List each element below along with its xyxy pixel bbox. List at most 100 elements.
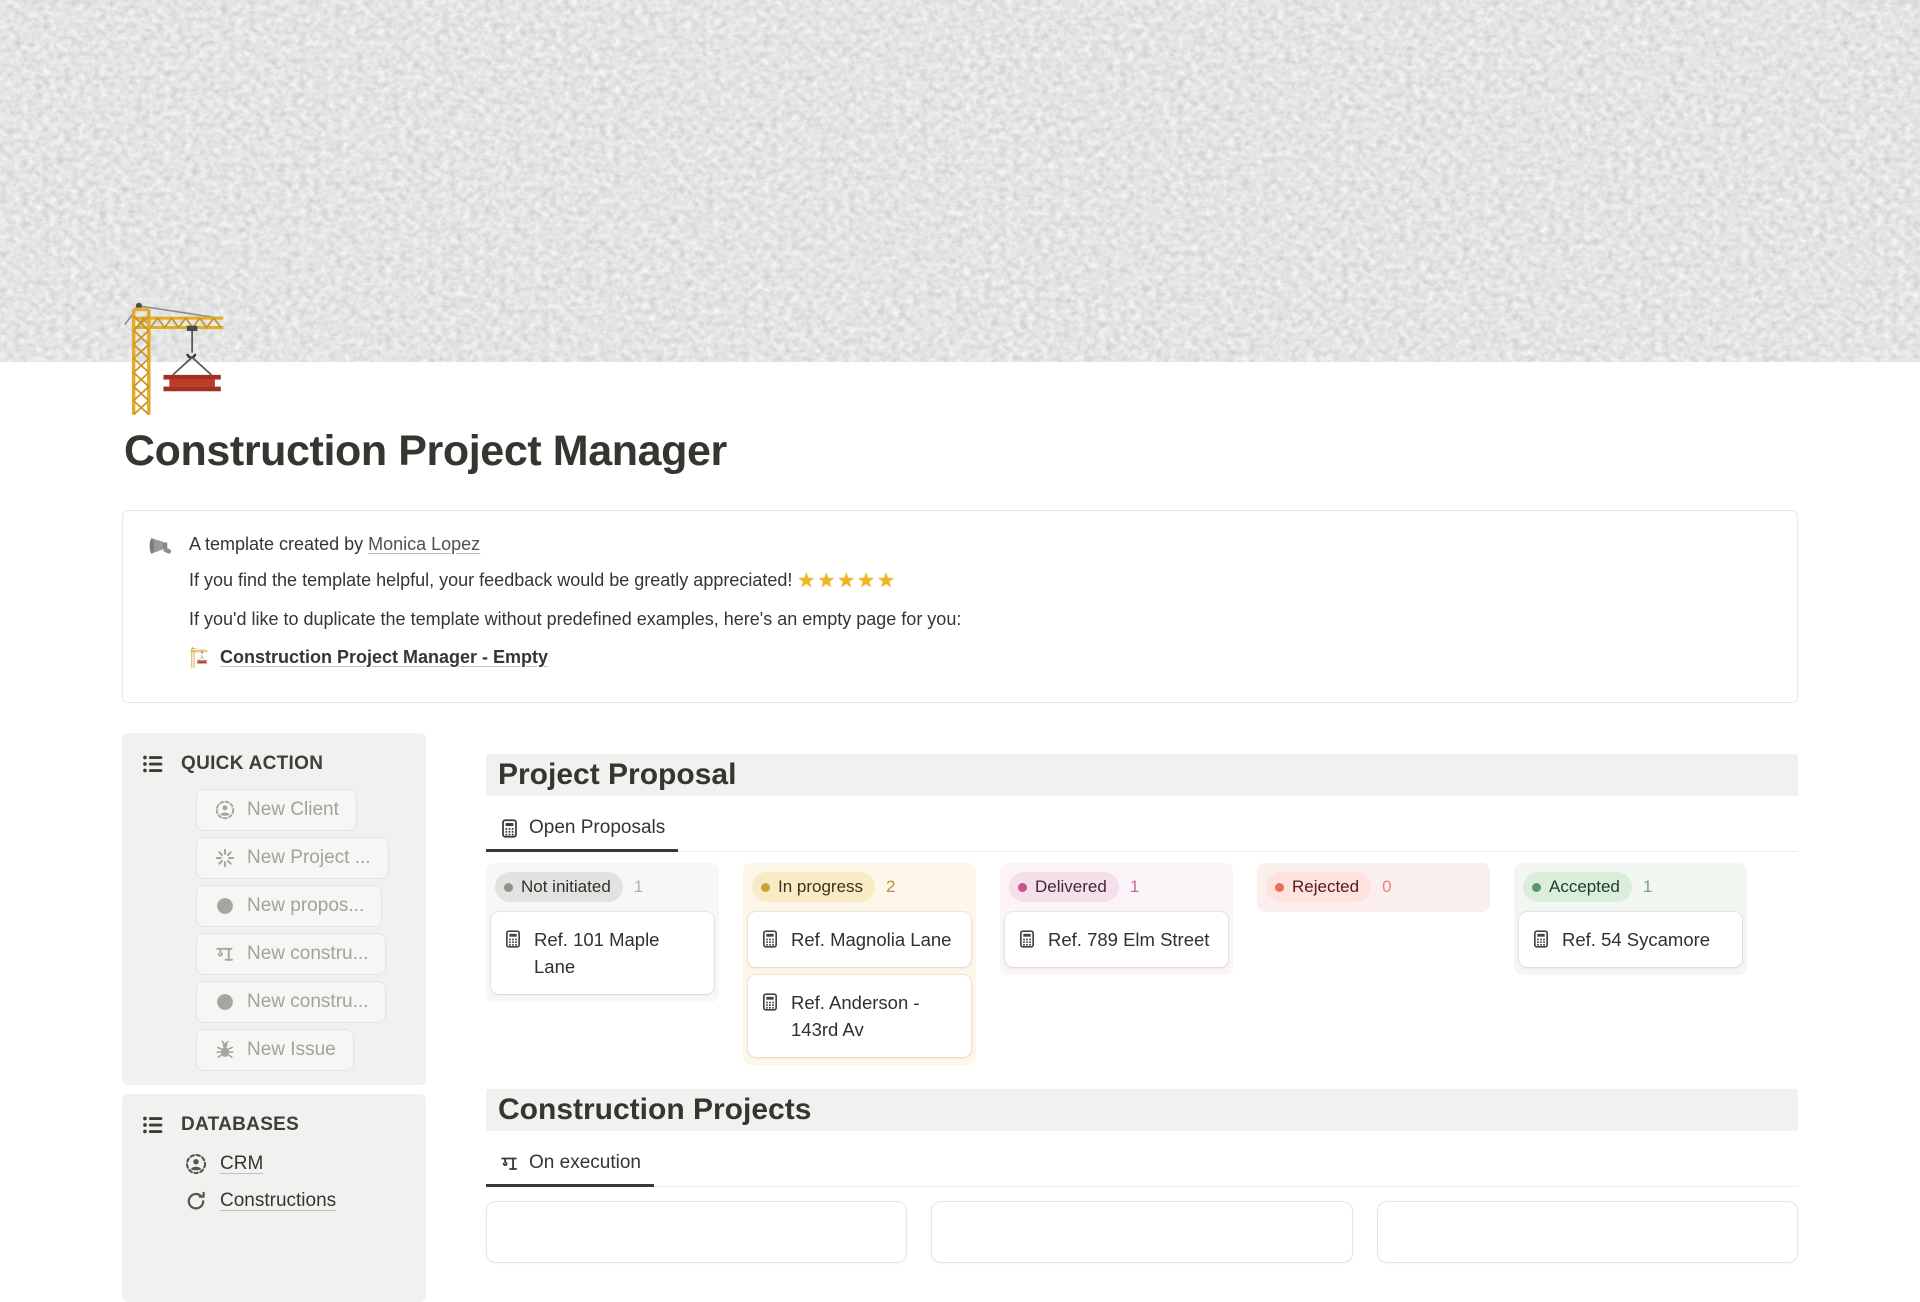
status-pill[interactable]: Not initiated [495, 872, 623, 902]
circle-icon [214, 991, 236, 1013]
calculator-icon [760, 929, 780, 949]
tab-label: Open Proposals [529, 817, 665, 839]
column-count: 0 [1382, 877, 1391, 897]
board-column-in-progress: In progress 2 Ref. Magnolia Lane Ref. An… [743, 863, 976, 1065]
card-title: Ref. Anderson - 143rd Av [791, 989, 959, 1043]
column-header: Delivered 1 [1005, 870, 1228, 904]
status-label: Accepted [1549, 877, 1620, 897]
board-card[interactable]: Ref. Magnolia Lane [748, 912, 971, 967]
board-column-not-initiated: Not initiated 1 Ref. 101 Maple Lane [486, 863, 719, 1002]
tab-open-proposals[interactable]: Open Proposals [486, 809, 678, 852]
burst-icon [214, 847, 236, 869]
button-label: New Client [247, 799, 339, 821]
crane-emoji-icon [189, 647, 211, 668]
status-pill[interactable]: Accepted [1523, 872, 1632, 902]
calculator-icon [760, 992, 780, 1012]
card-title: Ref. 54 Sycamore [1562, 926, 1710, 953]
crane-icon [499, 1153, 520, 1174]
new-issue-button[interactable]: New Issue [196, 1029, 354, 1071]
feedback-line: If you find the template helpful, your f… [189, 567, 961, 594]
column-header: Accepted 1 [1519, 870, 1742, 904]
empty-page-row: Construction Project Manager - Empty [189, 644, 961, 670]
proposal-tabrow: Open Proposals [486, 809, 1798, 852]
duplicate-line: If you'd like to duplicate the template … [189, 606, 961, 632]
board-column-accepted: Accepted 1 Ref. 54 Sycamore [1514, 863, 1747, 975]
card-title: Ref. 789 Elm Street [1048, 926, 1209, 953]
status-label: Not initiated [521, 877, 611, 897]
empty-page-link[interactable]: Construction Project Manager - Empty [220, 644, 548, 670]
status-dot [1532, 883, 1541, 892]
tab-label: On execution [529, 1152, 641, 1174]
calculator-icon [1017, 929, 1037, 949]
gallery-card-stub[interactable] [1377, 1201, 1798, 1263]
sidebar-item-constructions[interactable]: Constructions [184, 1189, 412, 1213]
tab-on-execution[interactable]: On execution [486, 1144, 654, 1187]
new-client-button[interactable]: New Client [196, 789, 357, 831]
list-icon [140, 1112, 166, 1138]
board-card[interactable]: Ref. Anderson - 143rd Av [748, 975, 971, 1057]
databases-panel: DATABASES CRM Constructions [122, 1094, 426, 1302]
db-item-label: Constructions [220, 1190, 336, 1212]
person-dashed-icon [184, 1152, 208, 1176]
panel-title: DATABASES [181, 1114, 299, 1136]
page-title: Construction Project Manager [124, 426, 1798, 476]
sidebar-item-crm[interactable]: CRM [184, 1152, 412, 1176]
cover-image [0, 0, 1920, 362]
status-pill[interactable]: Rejected [1266, 872, 1371, 902]
board-column-delivered: Delivered 1 Ref. 789 Elm Street [1000, 863, 1233, 975]
section-heading-project-proposal: Project Proposal [486, 754, 1798, 796]
main-content: Project Proposal Open Proposals Not init… [486, 733, 1798, 1263]
sidebar: QUICK ACTION New Client New Project ... … [122, 733, 426, 1302]
projects-gallery [486, 1201, 1798, 1263]
calculator-icon [1531, 929, 1551, 949]
column-count: 1 [1643, 877, 1652, 897]
calculator-icon [499, 818, 520, 839]
status-label: In progress [778, 877, 863, 897]
author-link[interactable]: Monica Lopez [368, 534, 480, 554]
column-header: In progress 2 [748, 870, 971, 904]
circle-icon [214, 895, 236, 917]
board-card[interactable]: Ref. 101 Maple Lane [491, 912, 714, 994]
kanban-board: Not initiated 1 Ref. 101 Maple Lane I [486, 863, 1798, 1065]
new-construction-button[interactable]: New constru... [196, 933, 386, 975]
column-count: 1 [634, 877, 643, 897]
status-pill[interactable]: In progress [752, 872, 875, 902]
person-dashed-icon [214, 799, 236, 821]
gallery-card-stub[interactable] [486, 1201, 907, 1263]
page-content: Construction Project Manager A template … [122, 362, 1798, 1302]
card-title: Ref. 101 Maple Lane [534, 926, 702, 980]
new-construction-2-button[interactable]: New constru... [196, 981, 386, 1023]
button-label: New propos... [247, 895, 364, 917]
quick-action-header: QUICK ACTION [138, 751, 412, 777]
list-icon [140, 751, 166, 777]
status-label: Rejected [1292, 877, 1359, 897]
board-card[interactable]: Ref. 54 Sycamore [1519, 912, 1742, 967]
status-dot [761, 883, 770, 892]
status-pill[interactable]: Delivered [1009, 872, 1119, 902]
new-proposal-button[interactable]: New propos... [196, 885, 382, 927]
gallery-card-stub[interactable] [931, 1201, 1352, 1263]
megaphone-icon [148, 532, 175, 559]
db-item-label: CRM [220, 1153, 263, 1175]
calculator-icon [503, 929, 523, 949]
author-prefix: A template created by [189, 534, 368, 554]
refresh-icon [184, 1189, 208, 1213]
button-label: New constru... [247, 943, 368, 965]
author-line: A template created by Monica Lopez [189, 531, 961, 557]
card-title: Ref. Magnolia Lane [791, 926, 951, 953]
new-project-button[interactable]: New Project ... [196, 837, 389, 879]
star-rating: ★★★★★ [797, 570, 897, 592]
button-label: New Issue [247, 1039, 336, 1061]
column-header: Rejected 0 [1262, 870, 1485, 904]
column-count: 2 [886, 877, 895, 897]
quick-action-panel: QUICK ACTION New Client New Project ... … [122, 733, 426, 1085]
board-column-rejected: Rejected 0 [1257, 863, 1490, 912]
databases-header: DATABASES [138, 1112, 412, 1138]
button-label: New Project ... [247, 847, 371, 869]
board-card[interactable]: Ref. 789 Elm Street [1005, 912, 1228, 967]
status-label: Delivered [1035, 877, 1107, 897]
section-heading-construction-projects: Construction Projects [486, 1089, 1798, 1131]
column-count: 1 [1130, 877, 1139, 897]
column-header: Not initiated 1 [491, 870, 714, 904]
bug-icon [214, 1039, 236, 1061]
